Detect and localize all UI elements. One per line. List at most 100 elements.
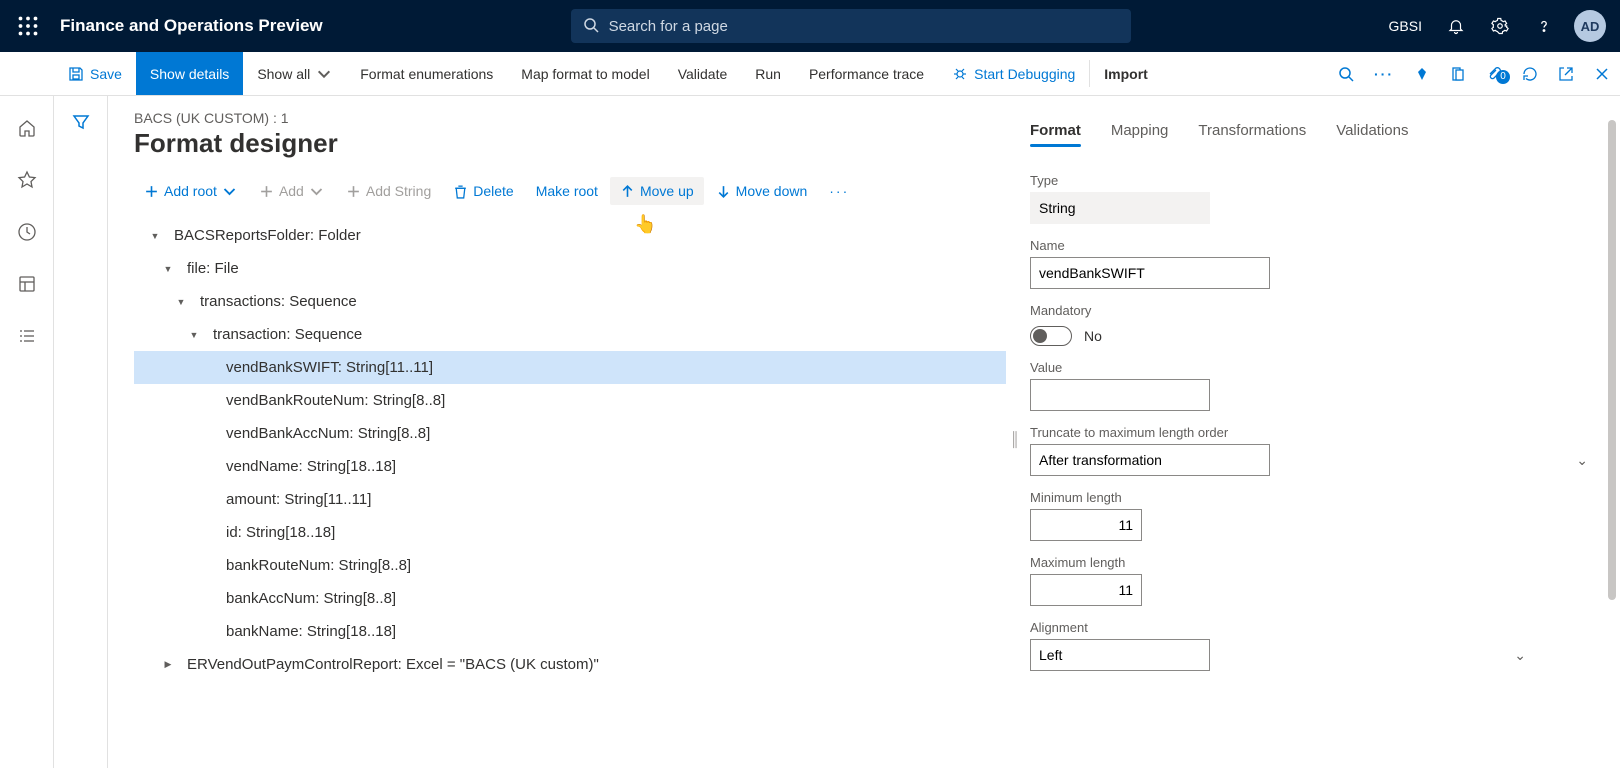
run-button[interactable]: Run	[741, 52, 795, 95]
close-icon[interactable]	[1584, 66, 1620, 82]
add-button[interactable]: Add	[249, 177, 334, 205]
name-label: Name	[1030, 238, 1596, 253]
alignment-select[interactable]	[1030, 639, 1210, 671]
import-button[interactable]: Import	[1090, 52, 1162, 95]
filter-icon[interactable]	[71, 112, 91, 768]
home-icon[interactable]	[8, 112, 46, 144]
caret-down-icon[interactable]: ▼	[157, 264, 179, 274]
min-length-label: Minimum length	[1030, 490, 1596, 505]
star-icon[interactable]	[8, 164, 46, 196]
modules-icon[interactable]	[8, 320, 46, 352]
start-debugging-button[interactable]: Start Debugging	[938, 52, 1089, 95]
tree-node[interactable]: vendBankAccNum: String[8..8]	[134, 417, 1006, 450]
performance-trace-button[interactable]: Performance trace	[795, 52, 938, 95]
save-label: Save	[90, 66, 122, 82]
mandatory-toggle[interactable]	[1030, 326, 1072, 346]
tree-node-label: vendBankSWIFT: String[11..11]	[226, 359, 433, 376]
tree-node-label: bankRouteNum: String[8..8]	[226, 557, 411, 574]
tree-node-label: BACSReportsFolder: Folder	[174, 227, 361, 244]
tab-mapping[interactable]: Mapping	[1111, 116, 1169, 145]
refresh-icon[interactable]	[1512, 66, 1548, 82]
move-down-button[interactable]: Move down	[706, 177, 818, 205]
caret-down-icon[interactable]: ▼	[170, 297, 192, 307]
max-length-field[interactable]	[1030, 574, 1142, 606]
bell-icon[interactable]	[1436, 6, 1476, 46]
tree-node[interactable]: ▼ file: File	[134, 252, 1006, 285]
truncate-label: Truncate to maximum length order	[1030, 425, 1596, 440]
format-tree: ▼BACSReportsFolder: Folder▼file: File▼tr…	[134, 219, 1006, 681]
format-enumerations-button[interactable]: Format enumerations	[346, 52, 507, 95]
attachments-icon[interactable]: 0	[1476, 66, 1512, 82]
tree-node[interactable]: ▼ BACSReportsFolder: Folder	[134, 219, 1006, 252]
tree-node-label: ERVendOutPaymControlReport: Excel = "BAC…	[187, 656, 599, 673]
alignment-label: Alignment	[1030, 620, 1596, 635]
delete-button[interactable]: Delete	[443, 177, 523, 205]
chevron-down-icon: ⌄	[1514, 647, 1526, 664]
mandatory-label: Mandatory	[1030, 303, 1596, 318]
tab-format[interactable]: Format	[1030, 116, 1081, 145]
search-icon	[583, 17, 599, 36]
splitter-handle[interactable]: ║	[1006, 110, 1024, 768]
cmd-search-icon[interactable]	[1328, 66, 1364, 82]
recent-icon[interactable]	[8, 216, 46, 248]
more-icon[interactable]: ···	[1364, 66, 1404, 82]
name-field[interactable]	[1030, 257, 1270, 289]
tree-node[interactable]: ▼transaction: Sequence	[134, 318, 1006, 351]
show-details-button[interactable]: Show details	[136, 52, 243, 95]
map-format-button[interactable]: Map format to model	[507, 52, 663, 95]
tree-node[interactable]: bankRouteNum: String[8..8]	[134, 549, 1006, 582]
env-label: GBSI	[1379, 18, 1432, 34]
gear-icon[interactable]	[1480, 6, 1520, 46]
caret-down-icon[interactable]: ▼	[183, 330, 205, 340]
filter-column	[54, 96, 108, 768]
truncate-select[interactable]	[1030, 444, 1270, 476]
search-input[interactable]	[609, 18, 1119, 35]
max-length-label: Maximum length	[1030, 555, 1596, 570]
tree-node-label: vendBankRouteNum: String[8..8]	[226, 392, 445, 409]
waffle-icon[interactable]	[8, 16, 48, 36]
tree-node-label: bankName: String[18..18]	[226, 623, 396, 640]
tree-node-label: vendBankAccNum: String[8..8]	[226, 425, 430, 442]
tree-node-label: bankAccNum: String[8..8]	[226, 590, 396, 607]
move-up-button[interactable]: Move up	[610, 177, 704, 205]
breadcrumb: BACS (UK CUSTOM) : 1	[134, 110, 1006, 126]
type-field	[1030, 192, 1210, 224]
tree-node[interactable]: vendBankRouteNum: String[8..8]	[134, 384, 1006, 417]
tab-validations[interactable]: Validations	[1336, 116, 1408, 145]
tree-node-label: transactions: Sequence	[200, 293, 357, 310]
avatar[interactable]: AD	[1574, 10, 1606, 42]
workspace-icon[interactable]	[8, 268, 46, 300]
tree-node-label: file: File	[187, 260, 239, 277]
add-root-button[interactable]: Add root	[134, 177, 247, 205]
min-length-field[interactable]	[1030, 509, 1142, 541]
tree-node[interactable]: bankName: String[18..18]	[134, 615, 1006, 648]
tree-node[interactable]: bankAccNum: String[8..8]	[134, 582, 1006, 615]
help-icon[interactable]	[1524, 6, 1564, 46]
caret-down-icon[interactable]: ▼	[144, 231, 166, 241]
validate-button[interactable]: Validate	[664, 52, 742, 95]
add-string-button[interactable]: Add String	[336, 177, 441, 205]
scrollbar[interactable]	[1608, 120, 1616, 600]
page-options-icon[interactable]	[1440, 66, 1476, 82]
tree-node[interactable]: id: String[18..18]	[134, 516, 1006, 549]
tree-node[interactable]: vendBankSWIFT: String[11..11]	[134, 351, 1006, 384]
diamond-icon[interactable]	[1404, 66, 1440, 82]
popout-icon[interactable]	[1548, 66, 1584, 82]
save-button[interactable]: Save	[54, 52, 136, 95]
value-field[interactable]	[1030, 379, 1210, 411]
tree-node-label: amount: String[11..11]	[226, 491, 371, 508]
mandatory-value: No	[1084, 328, 1102, 344]
search-box[interactable]	[571, 9, 1131, 43]
attachments-badge: 0	[1496, 70, 1510, 84]
tree-node[interactable]: vendName: String[18..18]	[134, 450, 1006, 483]
tab-transformations[interactable]: Transformations	[1198, 116, 1306, 145]
tree-node[interactable]: ▼ transactions: Sequence	[134, 285, 1006, 318]
tree-node-label: id: String[18..18]	[226, 524, 335, 541]
tree-node-label: vendName: String[18..18]	[226, 458, 396, 475]
make-root-button[interactable]: Make root	[526, 177, 608, 205]
toolbar-more-icon[interactable]: ···	[819, 177, 859, 205]
tree-node[interactable]: ▶ ERVendOutPaymControlReport: Excel = "BA…	[134, 648, 1006, 681]
show-all-button[interactable]: Show all	[243, 52, 346, 95]
tree-node[interactable]: amount: String[11..11]	[134, 483, 1006, 516]
caret-right-icon[interactable]: ▶	[157, 659, 179, 670]
